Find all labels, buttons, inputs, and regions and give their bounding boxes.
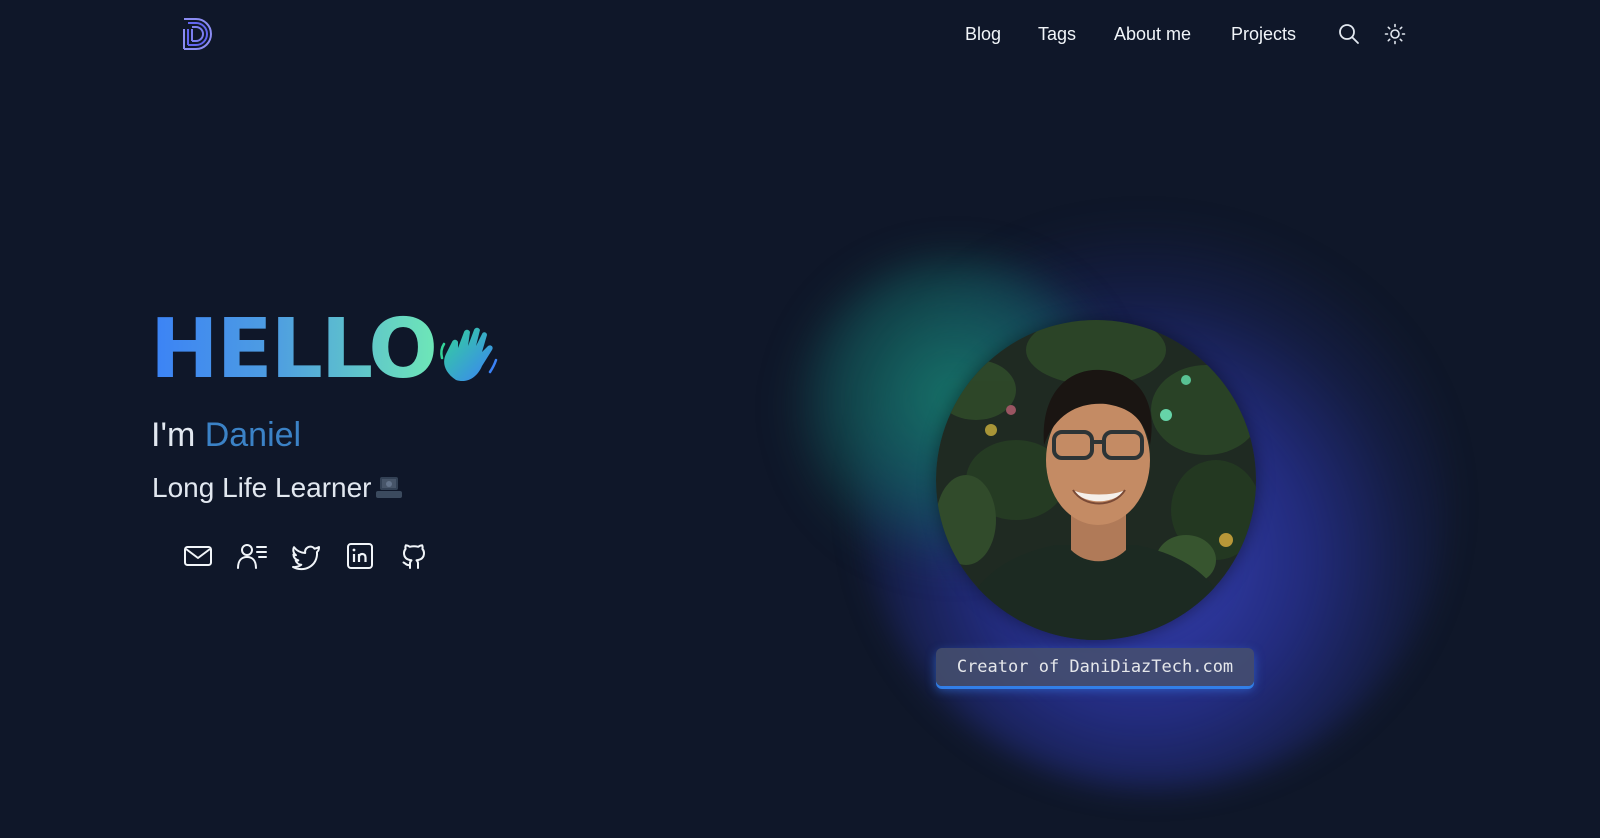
linkedin-icon[interactable]: [344, 540, 376, 572]
tagline-text: Long Life Learner: [152, 472, 372, 503]
profile-caption: Creator of DaniDiazTech.com: [936, 648, 1254, 686]
hero-greeting: HELLO: [150, 300, 438, 400]
search-icon[interactable]: [1337, 22, 1361, 46]
social-links: [182, 540, 442, 574]
nav-blog[interactable]: Blog: [965, 20, 1001, 48]
nav-tags[interactable]: Tags: [1038, 20, 1076, 48]
resume-icon[interactable]: [236, 540, 268, 572]
intro-prefix: I'm: [151, 416, 196, 454]
technologist-icon: [375, 477, 402, 498]
hero-intro: I'm Daniel: [151, 412, 301, 458]
nav-about-me[interactable]: About me: [1114, 20, 1191, 48]
waving-hand-icon: [440, 327, 498, 382]
site-header: Blog Tags About me Projects: [0, 0, 1600, 68]
sun-icon[interactable]: [1383, 22, 1407, 46]
page: Blog Tags About me Projects HELLO I'm Da…: [0, 0, 1600, 838]
hero-name: Daniel: [204, 416, 302, 454]
hero-tagline: Long Life Learner: [152, 468, 404, 508]
profile-photo: [936, 320, 1256, 640]
main-nav: Blog Tags About me Projects: [0, 20, 1600, 48]
nav-projects[interactable]: Projects: [1231, 20, 1296, 48]
github-icon[interactable]: [398, 540, 430, 572]
twitter-icon[interactable]: [290, 540, 322, 572]
mail-icon[interactable]: [182, 540, 214, 572]
